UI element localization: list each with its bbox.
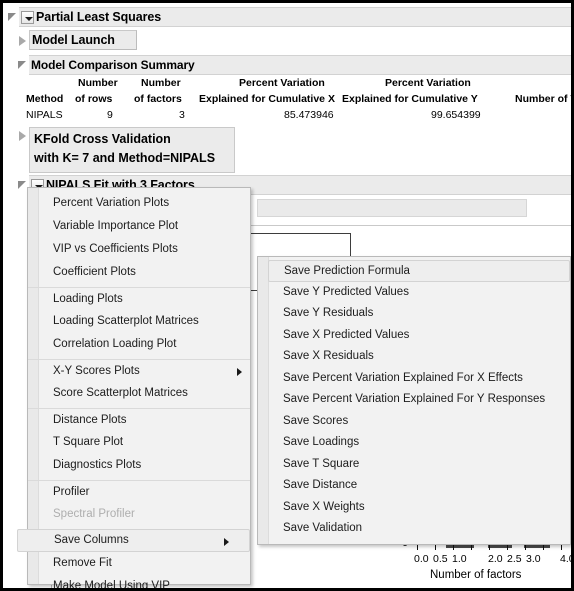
chevron-right-icon: [237, 368, 242, 376]
axis-tick-label: 0.5: [433, 553, 448, 565]
cell-pct-var-x: 85.473946: [284, 109, 334, 121]
col-header-number-of-rows-line2: of rows: [75, 93, 113, 105]
submenu-item-save-validation[interactable]: Save Validation: [258, 518, 570, 540]
cell-number-of-rows: 9: [107, 109, 113, 121]
plot-toolbar-strip: [257, 199, 527, 217]
menu-item-score-scatterplot-matrices[interactable]: Score Scatterplot Matrices: [28, 382, 250, 405]
submenu-item-save-x-predicted-values[interactable]: Save X Predicted Values: [258, 325, 570, 347]
kfold-label-line1: KFold Cross Validation: [34, 132, 171, 146]
popup-menu-icon-report[interactable]: [21, 10, 34, 24]
cell-number-of-factors: 3: [179, 109, 185, 121]
submenu-item-save-percent-variation-x-effects[interactable]: Save Percent Variation Explained For X E…: [258, 368, 570, 390]
menu-item-coefficient-plots[interactable]: Coefficient Plots: [28, 261, 250, 284]
col-header-pct-var-x-line2: Explained for Cumulative X: [199, 93, 335, 105]
menu-item-vip-vs-coefficients-plots[interactable]: VIP vs Coefficients Plots: [28, 238, 250, 261]
outline-row-partial-least-squares[interactable]: Partial Least Squares: [7, 7, 571, 27]
axis-tick-label: 2.0: [488, 553, 503, 565]
submenu-item-save-loadings[interactable]: Save Loadings: [258, 432, 570, 454]
outline-row-model-launch[interactable]: Model Launch: [17, 30, 137, 50]
menu-item-save-columns[interactable]: Save Columns: [17, 529, 250, 552]
menu-item-x-y-scores-plots[interactable]: X-Y Scores Plots: [28, 359, 250, 382]
menu-item-distance-plots[interactable]: Distance Plots: [28, 408, 250, 431]
col-header-pct-var-x-line1: Percent Variation: [239, 77, 325, 89]
cell-pct-var-y: 99.654399: [431, 109, 481, 121]
col-header-pct-var-y-line2: Explained for Cumulative Y: [342, 93, 478, 105]
axis-tick-label: 4.0: [560, 553, 574, 565]
submenu-item-save-y-residuals[interactable]: Save Y Residuals: [258, 303, 570, 325]
report-title: Partial Least Squares: [36, 10, 162, 24]
section-label-model-comparison-summary: Model Comparison Summary: [31, 58, 195, 72]
submenu-item-save-t-square[interactable]: Save T Square: [258, 454, 570, 476]
menu-item-diagnostics-plots[interactable]: Diagnostics Plots: [28, 454, 250, 477]
section-label-model-launch: Model Launch: [32, 33, 115, 47]
submenu-item-save-y-predicted-values[interactable]: Save Y Predicted Values: [258, 282, 570, 304]
disclosure-open-icon[interactable]: [7, 12, 18, 23]
menu-item-label: X-Y Scores Plots: [53, 365, 140, 377]
menu-item-make-model-using-vip[interactable]: Make Model Using VIP: [28, 575, 250, 588]
col-header-number-of-factors-line2: of factors: [134, 93, 182, 105]
menu-item-correlation-loading-plot[interactable]: Correlation Loading Plot: [28, 333, 250, 356]
col-header-method: Method: [26, 93, 64, 105]
menu-item-variable-importance-plot[interactable]: Variable Importance Plot: [28, 215, 250, 238]
menu-item-loading-scatterplot-matrices[interactable]: Loading Scatterplot Matrices: [28, 310, 250, 333]
col-header-pct-var-y-line1: Percent Variation: [385, 77, 471, 89]
chevron-right-icon: [224, 538, 229, 546]
menu-item-loading-plots[interactable]: Loading Plots: [28, 287, 250, 310]
col-header-number-of-factors-line1: Number: [141, 77, 181, 89]
axis-tick-label: 0.0: [414, 553, 429, 565]
plot-x-axis: 0 0.0 0.5 1.0 2.0 2.5 3.0 4.0 Number of …: [402, 537, 571, 588]
submenu-item-save-percent-variation-y-responses[interactable]: Save Percent Variation Explained For Y R…: [258, 389, 570, 411]
axis-tick-label: 1.0: [452, 553, 467, 565]
model-comparison-summary-table: Number Number Percent Variation Percent …: [3, 77, 571, 123]
outline-row-model-comparison-summary[interactable]: Model Comparison Summary: [17, 55, 571, 75]
menu-item-list: Percent Variation Plots Variable Importa…: [17, 188, 250, 588]
context-menu-nipals-fit[interactable]: Percent Variation Plots Variable Importa…: [17, 187, 251, 588]
menu-item-t-square-plot[interactable]: T Square Plot: [28, 431, 250, 454]
menu-item-label: Save Columns: [54, 534, 129, 546]
submenu-item-save-x-residuals[interactable]: Save X Residuals: [258, 346, 570, 368]
submenu-item-save-x-weights[interactable]: Save X Weights: [258, 497, 570, 519]
outline-row-kfold-cross-validation[interactable]: KFold Cross Validation with K= 7 and Met…: [17, 127, 235, 173]
menu-item-spectral-profiler: Spectral Profiler: [53, 508, 135, 520]
col-header-number-of-rows-line1: Number: [78, 77, 118, 89]
submenu-save-columns[interactable]: Save Prediction Formula Save Y Predicted…: [257, 256, 571, 545]
disclosure-closed-icon[interactable]: [17, 130, 28, 141]
disclosure-closed-icon[interactable]: [17, 35, 28, 46]
axis-title: Number of factors: [430, 569, 522, 581]
cell-method: NIPALS: [26, 109, 63, 121]
axis-tick-label: 3.0: [526, 553, 541, 565]
submenu-item-save-distance[interactable]: Save Distance: [258, 475, 570, 497]
jmp-report-window: Partial Least Squares Model Launch Model…: [0, 0, 574, 591]
axis-tick-label: 2.5: [507, 553, 522, 565]
col-header-number-of-vip: Number of VIP >: [515, 93, 571, 105]
menu-item-percent-variation-plots[interactable]: Percent Variation Plots: [28, 192, 250, 215]
disclosure-open-icon[interactable]: [17, 60, 28, 71]
submenu-item-list: Save Prediction Formula Save Y Predicted…: [258, 257, 570, 544]
submenu-item-save-scores[interactable]: Save Scores: [258, 411, 570, 433]
menu-item-remove-fit[interactable]: Remove Fit: [28, 552, 250, 575]
kfold-label-line2: with K= 7 and Method=NIPALS: [34, 151, 216, 165]
menu-item-profiler[interactable]: Profiler: [28, 480, 250, 503]
submenu-item-save-prediction-formula[interactable]: Save Prediction Formula: [268, 260, 570, 282]
